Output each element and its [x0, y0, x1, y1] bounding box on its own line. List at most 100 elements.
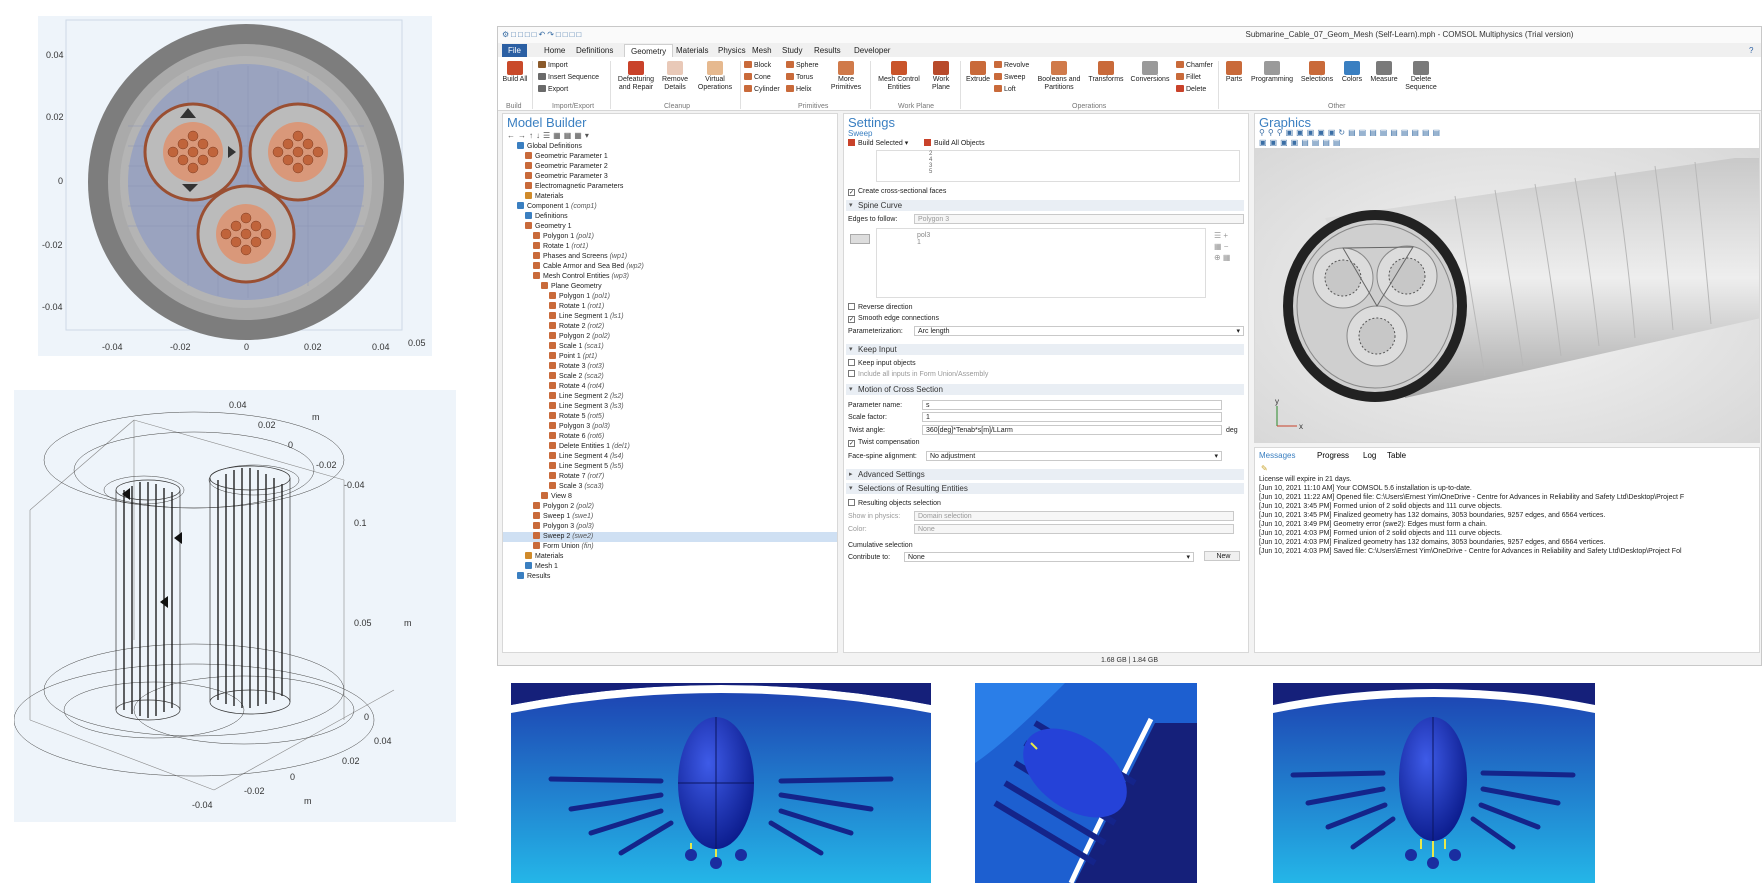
tree-item[interactable]: Mesh Control Entities (wp3): [533, 272, 629, 282]
work-plane-button[interactable]: Work Plane: [926, 61, 956, 92]
tree-item[interactable]: Sweep 2 (swe2): [503, 532, 837, 542]
fillet-button[interactable]: Fillet: [1176, 73, 1201, 82]
section-spine-curve[interactable]: Spine Curve: [846, 200, 1244, 211]
section-keep-input[interactable]: Keep Input: [846, 344, 1244, 355]
remove-details-button[interactable]: Remove Details: [660, 61, 690, 92]
tree-item[interactable]: Rotate 1 (rot1): [533, 242, 588, 252]
list-tools[interactable]: ☰ + ▦ − ⊕ ▦: [1214, 230, 1230, 263]
tab-log[interactable]: Log: [1363, 451, 1376, 460]
model-builder-toolbar[interactable]: ←→↑↓☰▦▦▦▾: [507, 131, 592, 140]
reverse-direction-checkbox[interactable]: Reverse direction: [848, 302, 912, 313]
tree-item[interactable]: Scale 1 (sca1): [549, 342, 604, 352]
tab-results[interactable]: Results: [808, 44, 847, 57]
create-cross-sectional-checkbox[interactable]: ✓ Create cross-sectional faces: [848, 186, 946, 197]
sphere-button[interactable]: Sphere: [786, 61, 819, 70]
tree-item[interactable]: Rotate 4 (rot4): [549, 382, 604, 392]
tab-developer[interactable]: Developer: [848, 44, 896, 57]
tab-study[interactable]: Study: [776, 44, 808, 57]
conversions-button[interactable]: Conversions: [1128, 61, 1172, 84]
extrude-button[interactable]: Extrude: [964, 61, 992, 84]
parameterization-select[interactable]: Arc length ▾: [914, 326, 1244, 336]
tab-file[interactable]: File: [502, 44, 527, 57]
tree-item[interactable]: Line Segment 1 (ls1): [549, 312, 624, 322]
revolve-button[interactable]: Revolve: [994, 61, 1029, 70]
tree-item[interactable]: Point 1 (pt1): [549, 352, 597, 362]
build-all-objects-button[interactable]: Build All Objects: [924, 138, 985, 149]
tree-item[interactable]: Polygon 1 (pol1): [549, 292, 610, 302]
export-button[interactable]: Export: [538, 85, 568, 94]
more-primitives-button[interactable]: More Primitives: [826, 61, 866, 92]
cable-3d-view[interactable]: y x: [1255, 148, 1760, 443]
color-select[interactable]: None: [914, 524, 1234, 534]
tree-item[interactable]: Scale 3 (sca3): [549, 482, 604, 492]
defeaturing-button[interactable]: Defeaturing and Repair: [614, 61, 658, 92]
twist-angle-field[interactable]: 360[deg]*Tenab*s[m]/LLarm: [922, 425, 1222, 435]
tree-item[interactable]: Rotate 5 (rot5): [549, 412, 604, 422]
tree-item[interactable]: Component 1 (comp1): [517, 202, 597, 212]
graphics-toolbar[interactable]: ⚲⚲⚲▣▣▣▣▣↻▤▤▤▤▤▤▤▤▤: [1259, 128, 1443, 137]
selection-list[interactable]: 2 4 3 5: [876, 150, 1240, 182]
tree-item[interactable]: Results: [517, 572, 550, 582]
tab-materials[interactable]: Materials: [670, 44, 714, 57]
section-motion-cross-section[interactable]: Motion of Cross Section: [846, 384, 1244, 395]
tree-item[interactable]: Line Segment 2 (ls2): [549, 392, 624, 402]
transforms-button[interactable]: Transforms: [1086, 61, 1126, 84]
booleans-partitions-button[interactable]: Booleans and Partitions: [1034, 61, 1084, 92]
show-in-physics-select[interactable]: Domain selection: [914, 511, 1234, 521]
tree-item[interactable]: Materials: [525, 192, 563, 202]
tree-item[interactable]: Geometric Parameter 1: [525, 152, 608, 162]
tree-item[interactable]: Electromagnetic Parameters: [525, 182, 623, 192]
tree-item[interactable]: Rotate 7 (rot7): [549, 472, 604, 482]
delete-sequence-button[interactable]: Delete Sequence: [1402, 61, 1440, 92]
include-all-inputs-checkbox[interactable]: Include all inputs in Form Union/Assembl…: [848, 369, 988, 380]
keep-input-checkbox[interactable]: Keep input objects: [848, 358, 916, 369]
tree-item[interactable]: Polygon 2 (pol2): [533, 502, 594, 512]
tree-item[interactable]: Polygon 3 (pol3): [549, 422, 610, 432]
block-button[interactable]: Block: [744, 61, 771, 70]
tree-item[interactable]: Delete Entities 1 (del1): [549, 442, 630, 452]
selection-toggle-icon[interactable]: [850, 234, 870, 244]
build-all-button[interactable]: Build All: [502, 61, 528, 84]
tree-item[interactable]: View 8: [541, 492, 572, 502]
tree-item[interactable]: Phases and Screens (wp1): [533, 252, 627, 262]
parameter-name-field[interactable]: s: [922, 400, 1222, 410]
virtual-operations-button[interactable]: Virtual Operations: [694, 61, 736, 92]
tree-item[interactable]: Cable Armor and Sea Bed (wp2): [533, 262, 644, 272]
tree-item[interactable]: Definitions: [525, 212, 568, 222]
helix-button[interactable]: Helix: [786, 85, 812, 94]
new-button[interactable]: New: [1204, 551, 1240, 561]
twist-compensation-checkbox[interactable]: ✓ Twist compensation: [848, 437, 919, 448]
section-selections-resulting[interactable]: Selections of Resulting Entities: [846, 483, 1244, 494]
chamfer-button[interactable]: Chamfer: [1176, 61, 1213, 70]
tree-item[interactable]: Geometric Parameter 2: [525, 162, 608, 172]
contribute-to-select[interactable]: None ▾: [904, 552, 1194, 562]
parts-button[interactable]: Parts: [1222, 61, 1246, 84]
programming-button[interactable]: Programming: [1248, 61, 1296, 84]
tree-item[interactable]: Global Definitions: [517, 142, 582, 152]
tree-item[interactable]: Sweep 1 (swe1): [533, 512, 593, 522]
tree-item[interactable]: Polygon 1 (pol1): [533, 232, 594, 242]
tab-table[interactable]: Table: [1387, 451, 1406, 460]
tree-item[interactable]: Rotate 6 (rot6): [549, 432, 604, 442]
insert-sequence-button[interactable]: Insert Sequence: [538, 73, 599, 82]
graphics-toolbar-row2[interactable]: ▣▣▣▣▤▤▤▤: [1259, 138, 1343, 147]
edges-selection-list[interactable]: pol3 1: [876, 228, 1206, 298]
tree-item[interactable]: Line Segment 3 (ls3): [549, 402, 624, 412]
tree-item[interactable]: Polygon 2 (pol2): [549, 332, 610, 342]
loft-button[interactable]: Loft: [994, 85, 1016, 94]
edges-to-follow-field[interactable]: Polygon 3: [914, 214, 1244, 224]
tab-mesh[interactable]: Mesh: [746, 44, 778, 57]
sweep-button[interactable]: Sweep: [994, 73, 1025, 82]
build-selected-button[interactable]: Build Selected ▾: [848, 138, 908, 149]
help-icon[interactable]: ?: [1743, 44, 1759, 57]
mesh-control-entities-button[interactable]: Mesh Control Entities: [874, 61, 924, 92]
tree-item[interactable]: Rotate 3 (rot3): [549, 362, 604, 372]
tree-item[interactable]: Form Union (fin): [533, 542, 594, 552]
measure-button[interactable]: Measure: [1368, 61, 1400, 84]
tree-item[interactable]: Mesh 1: [525, 562, 558, 572]
scale-factor-field[interactable]: 1: [922, 412, 1222, 422]
import-button[interactable]: Import: [538, 61, 568, 70]
cylinder-button[interactable]: Cylinder: [744, 85, 780, 94]
tab-progress[interactable]: Progress: [1317, 451, 1349, 460]
face-spine-select[interactable]: No adjustment ▾: [926, 451, 1222, 461]
